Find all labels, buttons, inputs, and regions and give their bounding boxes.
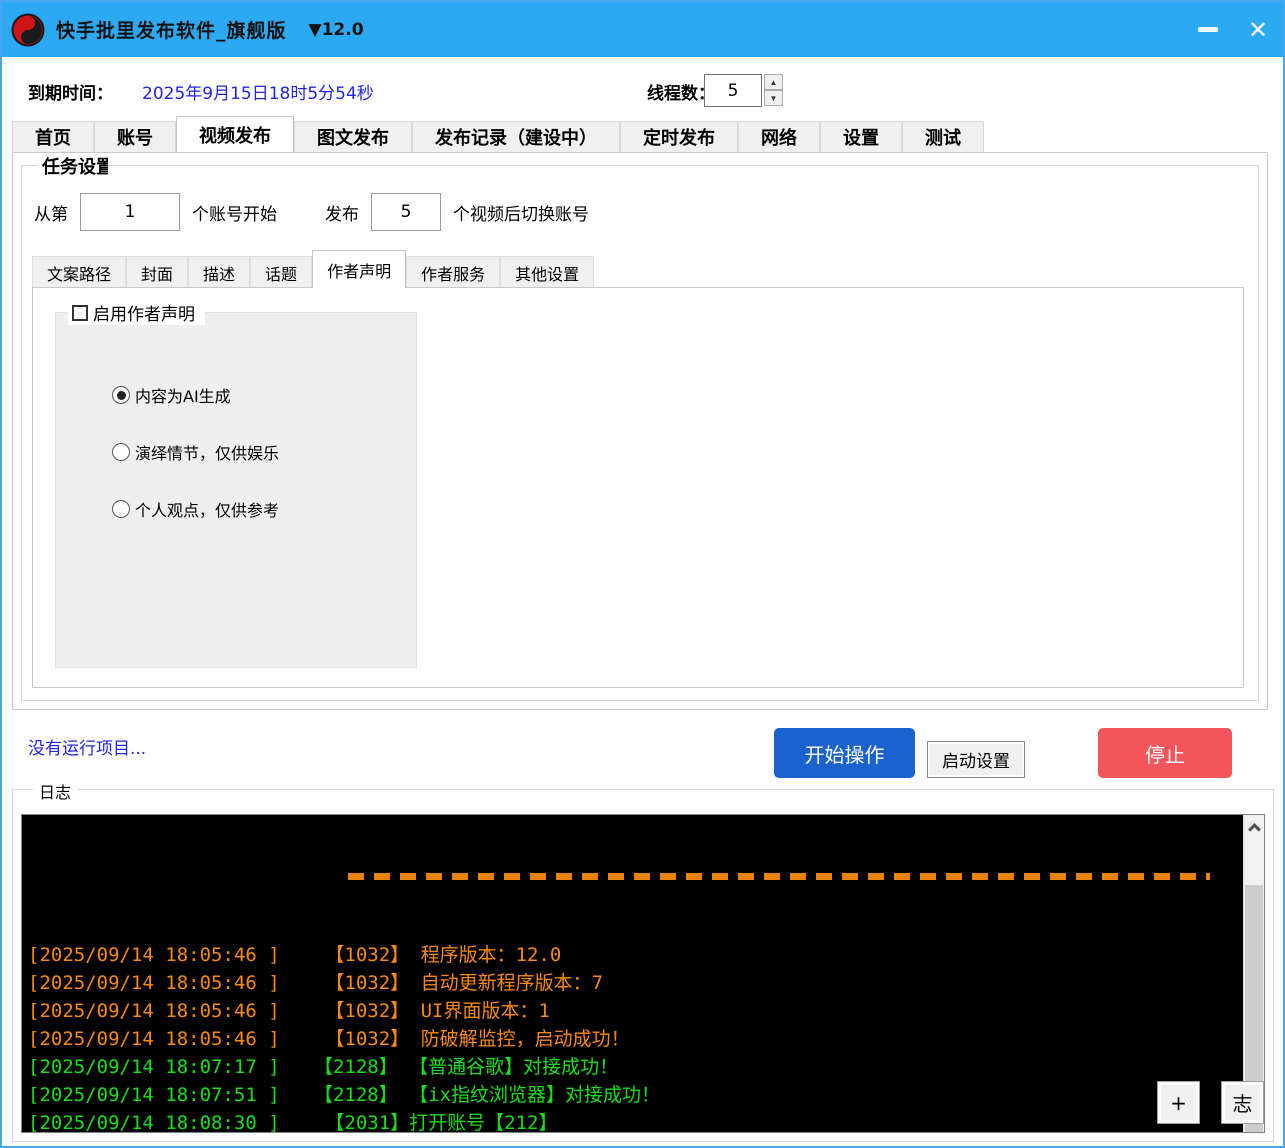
log-line-partial [348, 873, 1210, 880]
running-status-text: 没有运行项目... [28, 739, 147, 759]
main-tab[interactable]: 设置 [820, 121, 902, 152]
log-lines: [2025/09/14 18:05:46 ] 【1032】 程序版本：12.0 [… [28, 815, 1240, 1132]
video-publish-tab-pane: 任务设置 从第 个账号开始 发布 个视频后切换账号 文案路径封面描述话题作者声明… [12, 152, 1268, 710]
publish-label: 发布 [325, 204, 359, 225]
sub-tab[interactable]: 描述 [188, 256, 251, 288]
launch-settings-button[interactable]: 启动设置 [927, 741, 1025, 778]
log-line: [2025/09/14 18:07:51 ] 【2128】 【ix指纹浏览器】对… [28, 1084, 661, 1106]
log-line: [2025/09/14 18:08:30 ] 【2031】打开账号【212】 [28, 1112, 558, 1132]
radio-icon[interactable] [112, 386, 130, 404]
declaration-option-label: 演绎情节，仅供娱乐 [135, 444, 280, 463]
threads-input[interactable] [704, 74, 762, 107]
log-line: [2025/09/14 18:05:46 ] 【1032】 程序版本：12.0 [28, 944, 562, 966]
log-plus-button[interactable]: + [1157, 1081, 1200, 1124]
main-tab[interactable]: 测试 [902, 121, 984, 152]
main-tab[interactable]: 网络 [738, 121, 820, 152]
task-settings-group: 任务设置 从第 个账号开始 发布 个视频后切换账号 文案路径封面描述话题作者声明… [21, 153, 1259, 701]
from-account-suffix: 个账号开始 [192, 204, 277, 225]
sub-tab[interactable]: 其他设置 [500, 256, 595, 288]
author-declaration-pane: 启用作者声明 内容为AI生成演绎情节，仅供娱乐 个人观点，仅供参考 [32, 287, 1244, 688]
main-tab[interactable]: 视频发布 [176, 116, 294, 152]
main-tab[interactable]: 账号 [94, 121, 176, 152]
enable-declaration-caption: 启用作者声明 [68, 300, 205, 325]
minimize-button[interactable] [1183, 10, 1233, 50]
window-version: ▼12.0 [308, 19, 364, 40]
declaration-option[interactable]: 个人观点，仅供参考 [112, 497, 279, 521]
from-account-label: 从第 [34, 204, 68, 225]
radio-icon[interactable] [112, 500, 130, 518]
title-bar: 快手批里发布软件_旗舰版 ▼12.0 ✕ [2, 2, 1283, 57]
sub-tab[interactable]: 封面 [126, 256, 189, 288]
start-operation-button[interactable]: 开始操作 [774, 728, 915, 778]
sub-tab[interactable]: 作者声明 [312, 250, 407, 288]
task-settings-group-label: 任务设置 [38, 153, 108, 179]
enable-declaration-label: 启用作者声明 [93, 305, 195, 325]
declaration-option[interactable]: 演绎情节，仅供娱乐 [112, 440, 279, 464]
main-tab[interactable]: 首页 [12, 121, 94, 152]
enable-declaration-checkbox[interactable] [72, 304, 88, 321]
log-line: [2025/09/14 18:05:46 ] 【1032】 防破解监控，启动成功… [28, 1028, 630, 1050]
log-group-label: 日志 [33, 779, 78, 803]
expiry-label: 到期时间： [28, 84, 113, 104]
expiry-value: 2025年9月15日18时5分54秒 [142, 84, 374, 104]
main-tab[interactable]: 图文发布 [294, 121, 412, 152]
log-line: [2025/09/14 18:07:17 ] 【2128】 【普通谷歌】对接成功… [28, 1056, 619, 1078]
declaration-option-label: 个人观点，仅供参考 [135, 501, 280, 520]
info-row: 到期时间： 2025年9月15日18时5分54秒 线程数： ▲ ▼ [2, 74, 1283, 110]
declaration-option-label: 内容为AI生成 [135, 387, 231, 406]
log-group: 日志 [2025/09/14 18:05:46 ] 【1032】 程序版本：12… [12, 779, 1274, 1142]
sub-tab[interactable]: 话题 [250, 256, 313, 288]
log-line: [2025/09/14 18:05:46 ] 【1032】 自动更新程序版本：7 [28, 972, 604, 994]
publish-suffix: 个视频后切换账号 [453, 204, 589, 225]
app-logo-icon [11, 13, 45, 46]
threads-spin-down-button[interactable]: ▼ [764, 90, 783, 106]
stop-button[interactable]: 停止 [1098, 728, 1232, 778]
author-declaration-group: 启用作者声明 内容为AI生成演绎情节，仅供娱乐 个人观点，仅供参考 [55, 300, 417, 668]
chevron-up-icon [1247, 822, 1261, 836]
account-switch-row: 从第 个账号开始 发布 个视频后切换账号 [34, 192, 589, 232]
main-tab[interactable]: 定时发布 [620, 121, 738, 152]
log-zhi-button[interactable]: 志 [1221, 1081, 1264, 1124]
radio-icon[interactable] [112, 443, 130, 461]
threads-spin-up-button[interactable]: ▲ [764, 74, 783, 90]
threads-spinbox: ▲ ▼ [704, 74, 783, 107]
log-console: [2025/09/14 18:05:46 ] 【1032】 程序版本：12.0 [… [21, 814, 1265, 1133]
window-title: 快手批里发布软件_旗舰版 [56, 20, 287, 42]
sub-tab[interactable]: 文案路径 [32, 256, 127, 288]
declaration-option[interactable]: 内容为AI生成 [112, 383, 231, 407]
close-button[interactable]: ✕ [1233, 10, 1283, 50]
minimize-icon [1198, 27, 1218, 32]
videos-per-account-input[interactable] [371, 193, 441, 231]
start-account-input[interactable] [80, 193, 180, 231]
close-icon: ✕ [1247, 15, 1269, 44]
sub-tab-bar: 文案路径 封面 描述 话题 作者声明 作者服务 其他设置 [32, 250, 595, 288]
log-line: [2025/09/14 18:05:46 ] 【1032】 UI界面版本：1 [28, 1000, 550, 1022]
sub-tab[interactable]: 作者服务 [406, 256, 501, 288]
scroll-up-button[interactable] [1244, 815, 1264, 839]
main-tab[interactable]: 发布记录（建设中） [412, 121, 620, 152]
app-window: 快手批里发布软件_旗舰版 ▼12.0 ✕ 到期时间： 2025年9月15日18时… [0, 0, 1285, 1148]
main-tab-bar: 首页 账号 视频发布 图文发布 发布记录（建设中） 定时发布 网络 设置 测试 [12, 116, 984, 152]
